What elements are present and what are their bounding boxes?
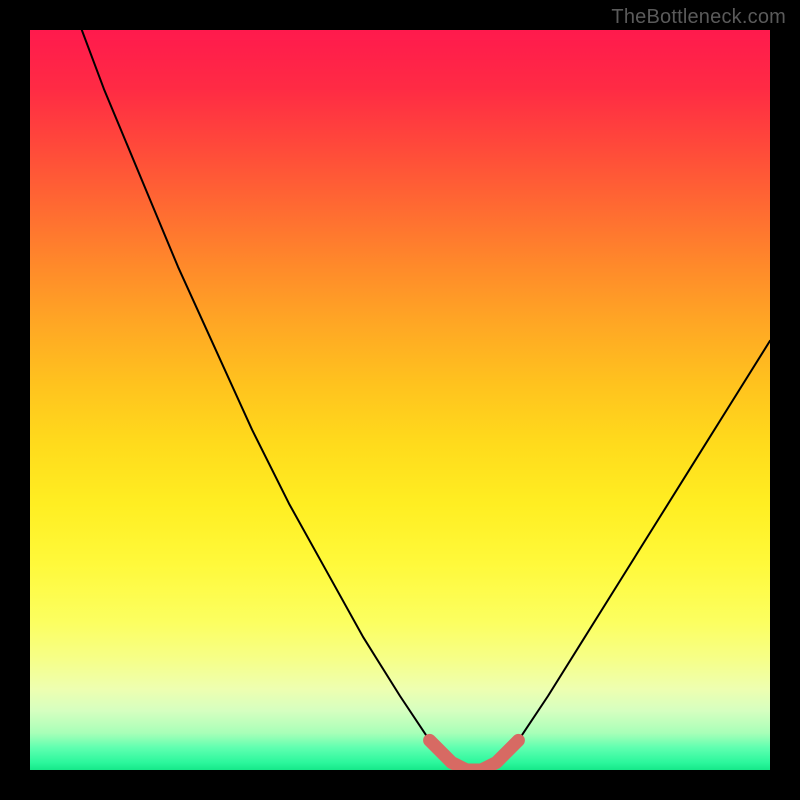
curve-svg: [30, 30, 770, 770]
plot-area: [30, 30, 770, 770]
watermark-text: TheBottleneck.com: [611, 6, 786, 29]
valley-highlight-path: [430, 740, 519, 770]
chart-stage: TheBottleneck.com: [0, 0, 800, 800]
bottleneck-curve-path: [82, 30, 770, 770]
